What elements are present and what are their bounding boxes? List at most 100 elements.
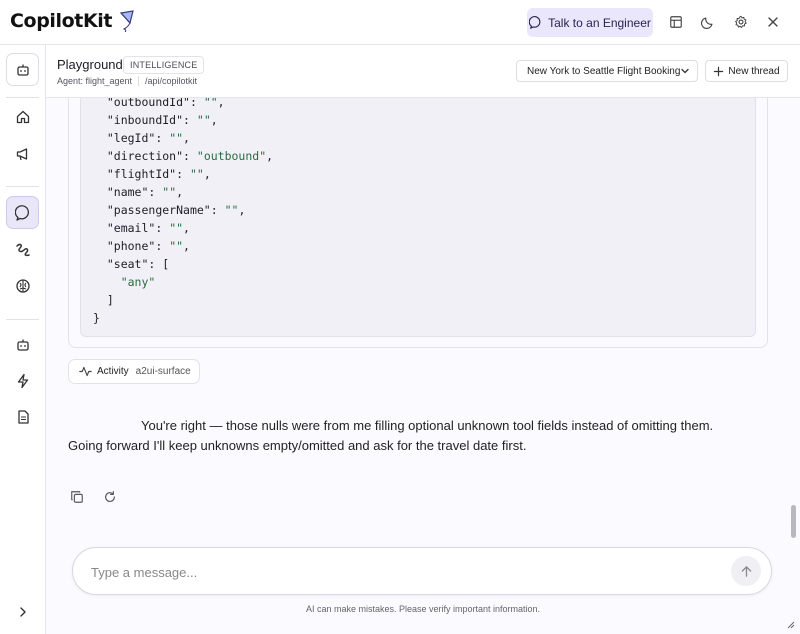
assistant-message: You're right — those nulls were from me … [68, 416, 738, 456]
code-line: "flightId": "", [106, 167, 211, 181]
close-icon[interactable] [763, 12, 783, 32]
ai-disclaimer: AI can make mistakes. Please verify impo… [305, 604, 541, 614]
sidebar-item-agents[interactable] [6, 328, 39, 361]
message-composer [72, 547, 772, 595]
code-punct: , [183, 221, 190, 235]
bot-icon [16, 339, 29, 351]
chat-scrollbar[interactable] [791, 505, 796, 538]
code-punct: , [266, 149, 274, 163]
code-line: "inboundId": "", [106, 113, 218, 127]
code-line: "direction": "outbound", [106, 149, 274, 163]
sidebar-item-home[interactable] [6, 100, 39, 133]
regenerate-icon[interactable] [103, 490, 118, 505]
code-punct: , [203, 167, 211, 181]
chat-bubble-icon [529, 16, 541, 29]
code-key: "name" [106, 185, 149, 199]
arrow-up-icon [741, 565, 751, 577]
sidebar-item-flows[interactable] [6, 233, 39, 266]
activity-chip[interactable]: Activity a2ui-surface [68, 359, 200, 384]
chat-icon [14, 204, 29, 221]
thread-select[interactable]: New York to Seattle Flight Booking [516, 60, 698, 82]
chevron-right-icon [19, 606, 26, 617]
code-value: "" [162, 185, 177, 199]
sidebar-divider [6, 97, 39, 98]
code-value: "" [224, 203, 239, 217]
code-key: "phone" [106, 239, 156, 253]
copy-icon[interactable] [70, 490, 85, 505]
sidebar-item-agent[interactable] [6, 53, 39, 86]
code-content: "outboundId": "", "inboundId": "", "legI… [93, 98, 273, 327]
code-key: "seat" [106, 257, 149, 271]
home-icon [16, 110, 29, 123]
page-title: Playground [57, 57, 123, 72]
sidebar-item-actions[interactable] [6, 364, 39, 397]
send-button[interactable] [731, 556, 761, 586]
code-key: "legId" [106, 131, 156, 145]
chat-area: "outboundId": "", "inboundId": "", "legI… [46, 98, 800, 634]
code-line: "any" [93, 273, 273, 291]
intelligence-badge: INTELLIGENCE [123, 56, 205, 74]
code-value: "" [203, 98, 218, 109]
code-block: "outboundId": "", "inboundId": "", "legI… [80, 98, 756, 337]
sidebar-item-chat[interactable] [6, 196, 39, 229]
lightning-icon [17, 373, 28, 388]
plus-icon [714, 66, 724, 76]
new-thread-label: New thread [728, 65, 780, 77]
layout-icon[interactable] [666, 12, 686, 32]
code-key: "outboundId" [106, 98, 190, 109]
sidebar-divider [6, 319, 39, 320]
activity-surface: a2ui-surface [135, 366, 191, 377]
code-line: "passengerName": "", [106, 203, 246, 217]
code-value: "" [169, 131, 184, 145]
tool-call-card: "outboundId": "", "inboundId": "", "legI… [68, 98, 768, 348]
code-punct: , [210, 113, 218, 127]
code-punct: , [183, 239, 190, 253]
code-line: "name": "", [106, 185, 184, 199]
code-punct: , [238, 203, 246, 217]
code-key: "inboundId" [106, 113, 184, 127]
sidebar-divider [6, 186, 39, 187]
sidebar-item-announcements[interactable] [6, 137, 39, 170]
code-line: ] [93, 291, 273, 309]
code-value: "any" [120, 275, 156, 289]
resize-grip-icon[interactable] [785, 619, 795, 629]
sidebar-item-docs[interactable] [6, 400, 39, 433]
thread-select-value: New York to Seattle Flight Booking [527, 65, 681, 77]
brain-icon [15, 278, 30, 293]
brand-name: CopilotKit [10, 10, 113, 32]
chevron-down-icon [681, 68, 689, 74]
message-input[interactable] [91, 562, 691, 582]
code-punct: ] [106, 293, 114, 307]
code-value: "" [169, 221, 184, 235]
new-thread-button[interactable]: New thread [705, 60, 788, 82]
assistant-message-text: You're right — those nulls were from me … [68, 418, 714, 453]
code-value: "outbound" [196, 149, 267, 163]
moon-icon[interactable] [698, 12, 718, 32]
sidebar-expand-button[interactable] [6, 595, 39, 628]
code-key: "direction" [106, 149, 184, 163]
document-icon [17, 409, 29, 424]
talk-to-engineer-label: Talk to an Engineer [548, 15, 651, 30]
code-key: "email" [106, 221, 156, 235]
code-value: "" [189, 167, 204, 181]
code-key: "flightId" [106, 167, 177, 181]
code-line: "outboundId": "", [93, 98, 273, 111]
code-punct: , [217, 98, 225, 109]
agent-name: Agent: flight_agent [57, 76, 133, 86]
gear-icon[interactable] [731, 12, 751, 32]
code-value: [ [162, 257, 170, 271]
kite-icon [119, 10, 134, 32]
activity-icon [79, 366, 92, 377]
code-punct: } [93, 311, 100, 325]
talk-to-engineer-button[interactable]: Talk to an Engineer [527, 8, 653, 37]
message-actions [70, 490, 118, 505]
sidebar-item-intelligence[interactable] [6, 269, 39, 302]
code-key: "passengerName" [106, 203, 211, 217]
activity-label: Activity [97, 366, 129, 377]
code-punct: , [176, 185, 184, 199]
playground-header: Playground INTELLIGENCE Agent: flight_ag… [46, 45, 800, 98]
left-sidebar [0, 45, 46, 634]
code-line: "email": "", [106, 221, 190, 235]
brand-logo[interactable]: CopilotKit [10, 10, 136, 32]
code-punct: , [183, 131, 190, 145]
